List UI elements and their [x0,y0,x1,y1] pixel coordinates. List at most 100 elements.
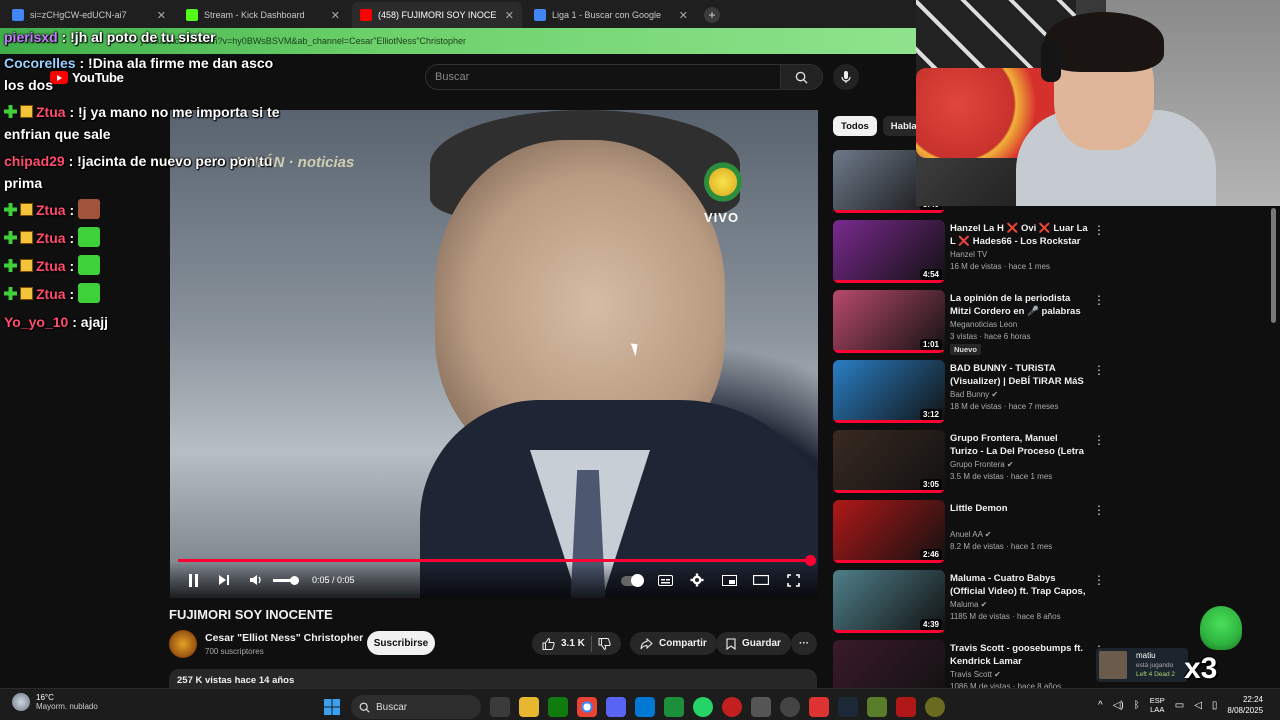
recommended-video[interactable]: 1:01 La opinión de la periodista Mitzi Co… [833,290,1105,355]
recommended-title[interactable]: Grupo Frontera, Manuel Turizo - La Del P… [950,432,1088,458]
weather-widget[interactable]: 16°C Mayorm. nublado [12,693,98,711]
video-thumbnail[interactable]: 4:39 [833,570,945,633]
like-icon[interactable] [542,637,555,650]
recommended-channel[interactable]: Grupo Frontera ✔ [950,460,1014,469]
chat-username[interactable]: Ztua [36,104,66,120]
chat-username[interactable]: Ztua [36,286,66,302]
chat-username[interactable]: Cocorelles [4,55,76,71]
settings-app-icon[interactable] [925,697,945,717]
recommended-channel[interactable]: Bad Bunny ✔ [950,390,998,399]
volume-slider[interactable] [273,576,299,585]
chat-username[interactable]: Yo_yo_10 [4,314,68,330]
steam-icon[interactable] [838,697,858,717]
opera-icon[interactable] [722,697,742,717]
search-box[interactable]: Buscar [425,64,823,90]
more-options-icon[interactable]: ⋮ [1093,223,1105,237]
video-thumbnail[interactable]: 3:12 [833,360,945,423]
recommended-channel[interactable]: Hanzel TV [950,250,987,259]
subtitles-button[interactable] [656,570,674,590]
channel-avatar[interactable] [169,630,197,658]
task-view-icon[interactable] [490,697,510,717]
network-icon[interactable]: ▭ [1175,700,1184,711]
close-tab-icon[interactable]: ✕ [331,9,340,22]
recommended-channel[interactable]: Travis Scott ✔ [950,670,1001,679]
recording-app-icon[interactable] [809,697,829,717]
taskbar-search[interactable]: Buscar [351,695,481,719]
volume-knob[interactable] [290,576,299,585]
filter-chip[interactable]: Todos [833,116,877,136]
clock[interactable]: 22:24 8/08/2025 [1227,694,1263,716]
close-tab-icon[interactable]: ✕ [679,9,688,22]
recommended-title[interactable]: BAD BUNNY - TURiSTA (Visualizer) | DeBÍ … [950,362,1088,388]
subscribe-button[interactable]: Suscribirse [367,631,435,655]
speaker-icon[interactable]: ◁) [1113,700,1124,711]
recommended-title[interactable]: Maluma - Cuatro Babys (Official Video) f… [950,572,1088,598]
autoplay-toggle[interactable] [621,574,644,587]
language-indicator[interactable]: ESP LAA [1150,696,1165,714]
recommended-title[interactable]: Little Demon [950,502,1088,515]
recommended-title[interactable]: Hanzel La H ❌ Ovi ❌ Luar La L ❌ Hades66 … [950,222,1088,248]
dislike-icon[interactable] [598,637,611,650]
chat-username[interactable]: Ztua [36,202,66,218]
like-count[interactable]: 3.1 K [561,638,585,649]
chat-username[interactable]: pierisxd [4,29,58,45]
discord-icon[interactable] [606,697,626,717]
game-icon[interactable] [867,697,887,717]
video-thumbnail[interactable]: 3:05 [833,430,945,493]
channel-info[interactable]: Cesar "Elliot Ness" Christopher 700 susc… [169,630,363,658]
chat-username[interactable]: Ztua [36,230,66,246]
store-icon[interactable] [635,697,655,717]
voice-search-button[interactable] [833,64,859,90]
xbox-icon[interactable] [548,697,568,717]
volume-tray-icon[interactable]: ◁ [1194,700,1202,711]
chat-username[interactable]: Ztua [36,258,66,274]
page-scrollbar[interactable] [1271,208,1276,323]
whatsapp-icon[interactable] [693,697,713,717]
bluetooth-icon[interactable]: ᛒ [1134,700,1140,711]
chevron-up-icon[interactable]: ^ [1098,700,1103,711]
minecraft-icon[interactable] [664,697,684,717]
more-options-icon[interactable]: ⋮ [1093,503,1105,517]
video-thumbnail[interactable]: 2:46 [833,500,945,563]
fullscreen-button[interactable] [784,570,802,590]
obs-icon[interactable] [780,697,800,717]
recommended-video[interactable]: 3:12 BAD BUNNY - TURiSTA (Visualizer) | D… [833,360,1105,424]
steam-notification[interactable]: matiu está jugando Left 4 Dead 2 [1096,648,1188,682]
recommended-channel[interactable]: Maluma ✔ [950,600,987,609]
browser-tab[interactable]: Liga 1 - Buscar con Google ✕ [526,2,696,28]
save-button[interactable]: Guardar [716,632,791,655]
progress-bar[interactable] [178,555,816,566]
file-explorer-icon[interactable] [519,697,539,717]
search-button[interactable] [780,65,822,89]
progress-scrubber[interactable] [805,555,816,566]
recommended-video[interactable]: 4:39 Maluma - Cuatro Babys (Official Vide… [833,570,1105,634]
close-tab-icon[interactable]: ✕ [505,9,514,22]
next-button[interactable] [215,570,233,590]
pause-button[interactable] [184,570,202,590]
recommended-title[interactable]: Travis Scott - goosebumps ft. Kendrick L… [950,642,1088,668]
more-actions-button[interactable]: ··· [791,632,817,655]
browser-tab[interactable]: (458) FUJIMORI SOY INOCE ✕ [352,2,522,28]
more-options-icon[interactable]: ⋮ [1093,573,1105,587]
recommended-video[interactable]: 2:46 Little Demon Anuel AA ✔ 8.2 M de vista… [833,500,1105,564]
channel-name[interactable]: Cesar "Elliot Ness" Christopher [205,632,363,644]
battery-icon[interactable]: ▯ [1212,700,1218,711]
settings-button[interactable] [688,570,706,590]
miniplayer-button[interactable] [720,570,738,590]
recommended-channel[interactable]: Anuel AA ✔ [950,530,991,539]
recommended-video[interactable]: 3:05 Grupo Frontera, Manuel Turizo - La D… [833,430,1105,494]
search-input[interactable]: Buscar [426,71,780,83]
media-app-icon[interactable] [896,697,916,717]
chat-username[interactable]: chipad29 [4,153,65,169]
theater-mode-button[interactable] [752,570,770,590]
video-thumbnail[interactable]: 4:54 [833,220,945,283]
chrome-icon[interactable] [577,697,597,717]
app-icon[interactable] [751,697,771,717]
share-button[interactable]: Compartir [630,632,717,655]
recommended-video[interactable]: 4:54 Hanzel La H ❌ Ovi ❌ Luar La L ❌ Hade… [833,220,1105,284]
mute-button[interactable] [247,570,265,590]
video-thumbnail[interactable]: 1:01 [833,290,945,353]
recommended-channel[interactable]: Meganoticias Leon [950,320,1017,329]
windows-start-icon[interactable] [322,697,342,717]
more-options-icon[interactable]: ⋮ [1093,293,1105,307]
